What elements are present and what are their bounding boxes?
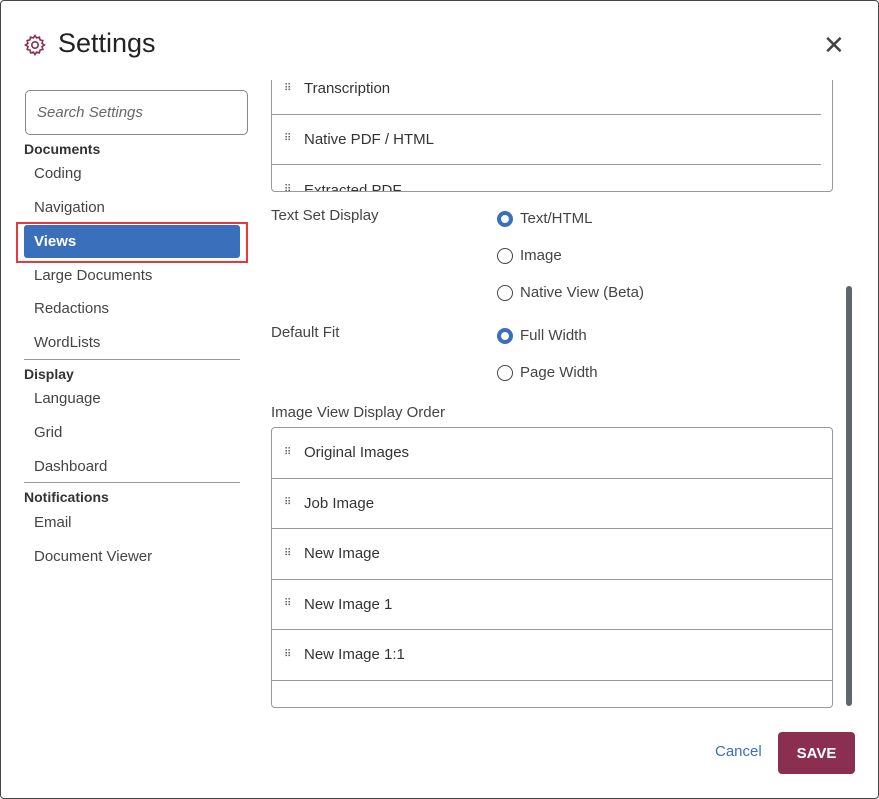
- close-icon[interactable]: ✕: [823, 32, 845, 58]
- text-set-display-label: Text Set Display: [271, 207, 379, 224]
- drag-handle-icon[interactable]: ⠿: [284, 134, 292, 144]
- radio-native-view[interactable]: Native View (Beta): [497, 284, 644, 301]
- radio-image[interactable]: Image: [497, 247, 562, 264]
- list-item[interactable]: ⠿ New Image 1:1: [272, 630, 832, 681]
- image-view-order-label: Image View Display Order: [271, 404, 445, 421]
- sidebar-item-email[interactable]: Email: [24, 506, 240, 539]
- drag-handle-icon[interactable]: ⠿: [284, 83, 292, 93]
- scrollbar[interactable]: [846, 286, 852, 706]
- drag-handle-icon[interactable]: ⠿: [284, 599, 292, 609]
- drag-handle-icon[interactable]: ⠿: [284, 185, 292, 191]
- radio-full-width[interactable]: Full Width: [497, 327, 587, 344]
- search-settings-input[interactable]: [25, 90, 248, 135]
- list-item[interactable]: ⠿ Transcription: [272, 80, 821, 115]
- drag-handle-icon[interactable]: ⠿: [284, 498, 292, 508]
- sidebar-item-navigation[interactable]: Navigation: [24, 191, 240, 224]
- radio-unchecked-icon: [497, 247, 513, 264]
- default-fit-label: Default Fit: [271, 324, 340, 341]
- drag-handle-icon[interactable]: ⠿: [284, 649, 292, 659]
- drag-handle-icon[interactable]: ⠿: [284, 447, 292, 457]
- gear-icon: [24, 34, 46, 56]
- list-item[interactable]: ⠿ Original Images: [272, 428, 832, 479]
- radio-checked-icon: [497, 327, 513, 344]
- sidebar-item-wordlists[interactable]: WordLists: [24, 326, 240, 359]
- list-item[interactable]: ⠿ Job Image: [272, 479, 832, 529]
- divider: [24, 482, 240, 483]
- group-documents: Documents: [24, 141, 101, 157]
- group-display: Display: [24, 366, 74, 382]
- divider: [24, 359, 240, 360]
- drag-handle-icon[interactable]: ⠿: [284, 548, 292, 558]
- sidebar-item-redactions[interactable]: Redactions: [24, 292, 240, 325]
- save-button[interactable]: SAVE: [778, 732, 855, 774]
- radio-unchecked-icon: [497, 364, 513, 381]
- text-view-order-list: ⠿ Transcription ⠿ Native PDF / HTML ⠿ Extra…: [271, 80, 834, 192]
- radio-unchecked-icon: [497, 284, 513, 301]
- list-item[interactable]: ⠿ New Image: [272, 529, 832, 580]
- sidebar-item-language[interactable]: Language: [24, 382, 240, 415]
- sidebar-item-coding[interactable]: Coding: [24, 157, 240, 190]
- cancel-button[interactable]: Cancel: [715, 743, 762, 760]
- dialog-title: Settings: [58, 28, 156, 58]
- radio-page-width[interactable]: Page Width: [497, 364, 598, 381]
- image-view-order-list: ⠿ Original Images ⠿ Job Image ⠿ New Image ⠿…: [271, 427, 833, 708]
- group-notifications: Notifications: [24, 489, 109, 505]
- sidebar-item-dashboard[interactable]: Dashboard: [24, 450, 240, 483]
- radio-checked-icon: [497, 210, 513, 227]
- highlight-outline: [16, 222, 248, 263]
- sidebar-item-large-documents[interactable]: Large Documents: [24, 259, 240, 292]
- sidebar-item-grid[interactable]: Grid: [24, 416, 240, 449]
- radio-text-html[interactable]: Text/HTML: [497, 210, 593, 227]
- list-item[interactable]: ⠿ Extracted PDF: [272, 165, 821, 191]
- sidebar-item-document-viewer[interactable]: Document Viewer: [24, 540, 240, 573]
- list-item[interactable]: ⠿ Native PDF / HTML: [272, 115, 821, 165]
- list-item[interactable]: ⠿ New Image 1: [272, 580, 832, 630]
